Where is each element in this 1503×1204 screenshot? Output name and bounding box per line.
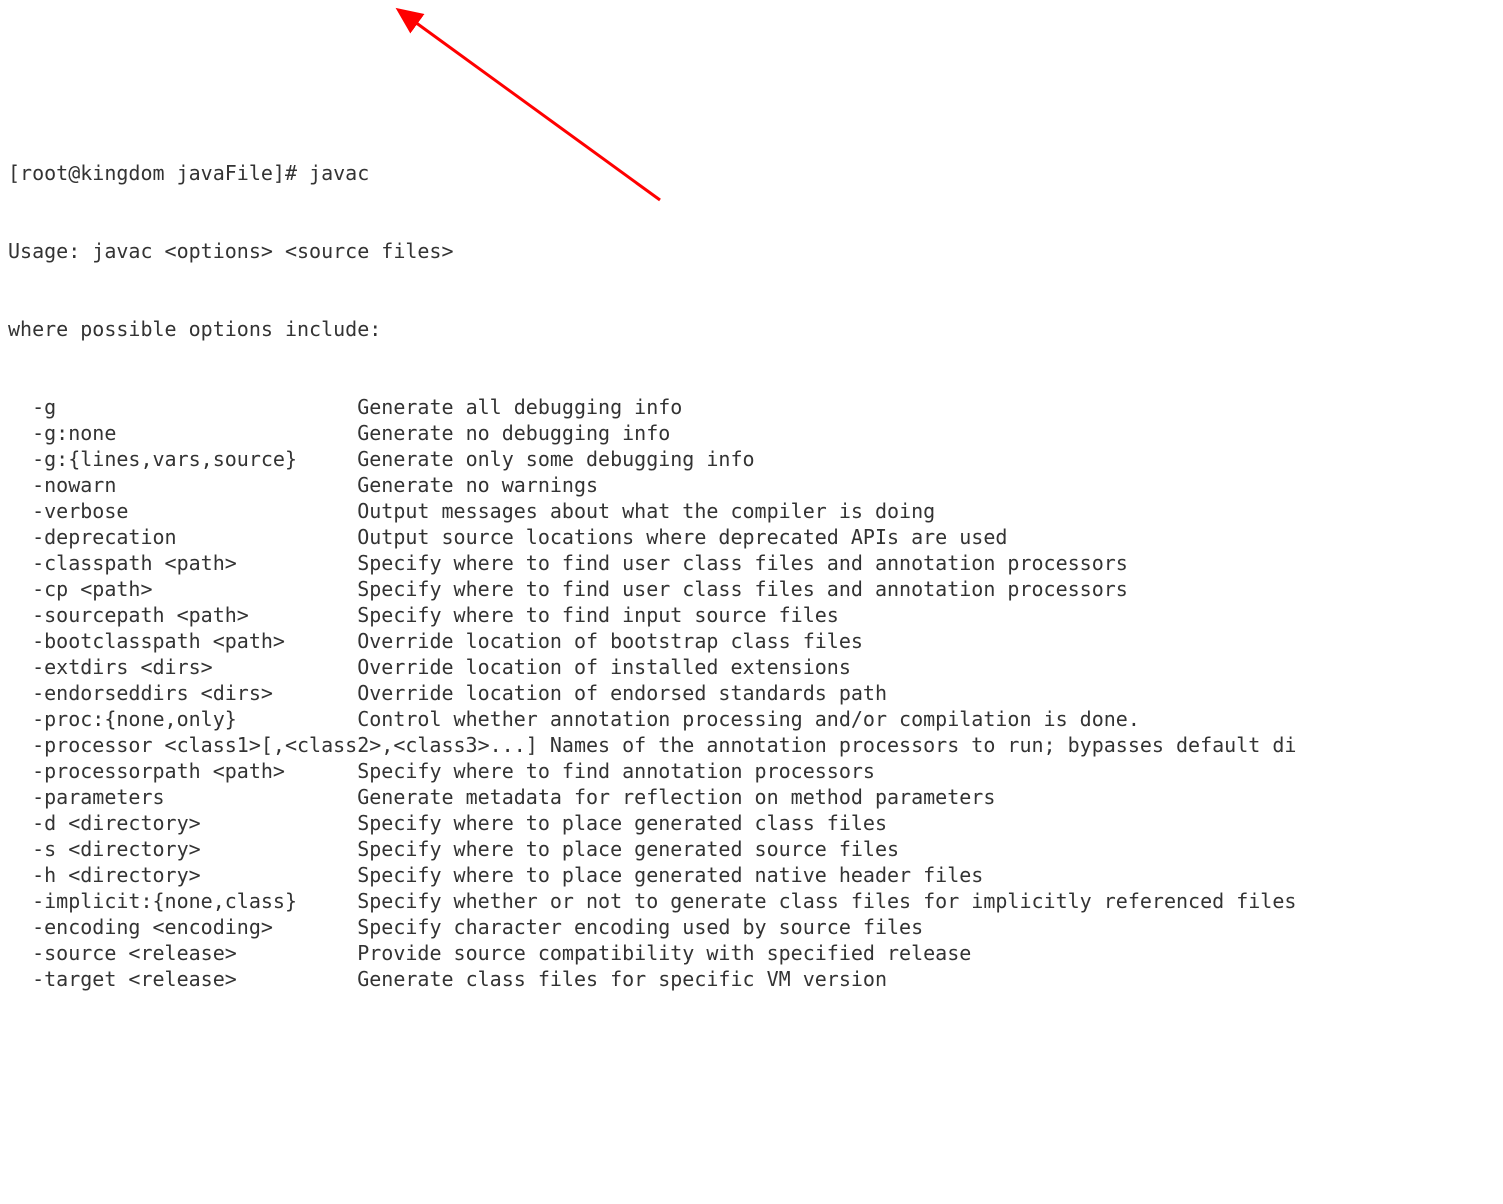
usage-line: Usage: javac <options> <source files> (8, 238, 1495, 264)
option-row: -extdirs <dirs> Override location of ins… (8, 654, 1495, 680)
option-flag: -processor <class1>[,<class2>,<class3>..… (8, 733, 550, 757)
option-flag: -g (8, 395, 357, 419)
option-description: Specify where to find input source files (357, 603, 839, 627)
option-flag: -s <directory> (8, 837, 357, 861)
option-description: Generate metadata for reflection on meth… (357, 785, 995, 809)
option-description: Specify character encoding used by sourc… (357, 915, 923, 939)
option-row: -parameters Generate metadata for reflec… (8, 784, 1495, 810)
option-row: -source <release> Provide source compati… (8, 940, 1495, 966)
option-flag: -cp <path> (8, 577, 357, 601)
option-row: -g:none Generate no debugging info (8, 420, 1495, 446)
option-row: -sourcepath <path> Specify where to find… (8, 602, 1495, 628)
option-description: Override location of installed extension… (357, 655, 851, 679)
option-description: Specify where to find user class files a… (357, 551, 1128, 575)
option-flag: -processorpath <path> (8, 759, 357, 783)
option-row: -classpath <path> Specify where to find … (8, 550, 1495, 576)
option-description: Specify where to place generated source … (357, 837, 899, 861)
terminal-output: [root@kingdom javaFile]# javac Usage: ja… (8, 108, 1495, 1018)
option-description: Generate no debugging info (357, 421, 670, 445)
option-flag: -encoding <encoding> (8, 915, 357, 939)
option-flag: -g:{lines,vars,source} (8, 447, 357, 471)
option-flag: -implicit:{none,class} (8, 889, 357, 913)
option-description: Output source locations where deprecated… (357, 525, 1007, 549)
option-row: -proc:{none,only} Control whether annota… (8, 706, 1495, 732)
options-list: -g Generate all debugging info -g:none G… (8, 394, 1495, 992)
option-row: -processor <class1>[,<class2>,<class3>..… (8, 732, 1495, 758)
option-description: Generate no warnings (357, 473, 598, 497)
option-flag: -nowarn (8, 473, 357, 497)
option-description: Override location of bootstrap class fil… (357, 629, 863, 653)
shell-prompt: [root@kingdom javaFile]# (8, 161, 309, 185)
option-description: Specify whether or not to generate class… (357, 889, 1296, 913)
option-flag: -sourcepath <path> (8, 603, 357, 627)
option-flag: -parameters (8, 785, 357, 809)
option-flag: -endorseddirs <dirs> (8, 681, 357, 705)
option-flag: -target <release> (8, 967, 357, 991)
option-row: -s <directory> Specify where to place ge… (8, 836, 1495, 862)
option-row: -nowarn Generate no warnings (8, 472, 1495, 498)
option-row: -encoding <encoding> Specify character e… (8, 914, 1495, 940)
option-row: -h <directory> Specify where to place ge… (8, 862, 1495, 888)
option-description: Generate only some debugging info (357, 447, 754, 471)
command-line[interactable]: [root@kingdom javaFile]# javac (8, 160, 1495, 186)
option-flag: -classpath <path> (8, 551, 357, 575)
option-row: -cp <path> Specify where to find user cl… (8, 576, 1495, 602)
options-header-line: where possible options include: (8, 316, 1495, 342)
option-flag: -deprecation (8, 525, 357, 549)
option-row: -d <directory> Specify where to place ge… (8, 810, 1495, 836)
option-flag: -extdirs <dirs> (8, 655, 357, 679)
option-row: -target <release> Generate class files f… (8, 966, 1495, 992)
option-row: -deprecation Output source locations whe… (8, 524, 1495, 550)
option-description: Names of the annotation processors to ru… (550, 733, 1297, 757)
option-row: -verbose Output messages about what the … (8, 498, 1495, 524)
option-description: Control whether annotation processing an… (357, 707, 1140, 731)
option-description: Specify where to place generated native … (357, 863, 983, 887)
option-row: -g Generate all debugging info (8, 394, 1495, 420)
option-description: Specify where to find user class files a… (357, 577, 1128, 601)
option-flag: -proc:{none,only} (8, 707, 357, 731)
typed-command: javac (309, 161, 369, 185)
option-row: -endorseddirs <dirs> Override location o… (8, 680, 1495, 706)
option-description: Specify where to place generated class f… (357, 811, 887, 835)
option-description: Specify where to find annotation process… (357, 759, 875, 783)
option-flag: -verbose (8, 499, 357, 523)
option-flag: -h <directory> (8, 863, 357, 887)
option-row: -processorpath <path> Specify where to f… (8, 758, 1495, 784)
option-flag: -source <release> (8, 941, 357, 965)
option-description: Generate all debugging info (357, 395, 682, 419)
option-description: Override location of endorsed standards … (357, 681, 887, 705)
option-row: -implicit:{none,class} Specify whether o… (8, 888, 1495, 914)
option-description: Generate class files for specific VM ver… (357, 967, 887, 991)
option-row: -g:{lines,vars,source} Generate only som… (8, 446, 1495, 472)
option-flag: -g:none (8, 421, 357, 445)
option-flag: -bootclasspath <path> (8, 629, 357, 653)
option-description: Output messages about what the compiler … (357, 499, 935, 523)
option-flag: -d <directory> (8, 811, 357, 835)
option-description: Provide source compatibility with specif… (357, 941, 971, 965)
option-row: -bootclasspath <path> Override location … (8, 628, 1495, 654)
